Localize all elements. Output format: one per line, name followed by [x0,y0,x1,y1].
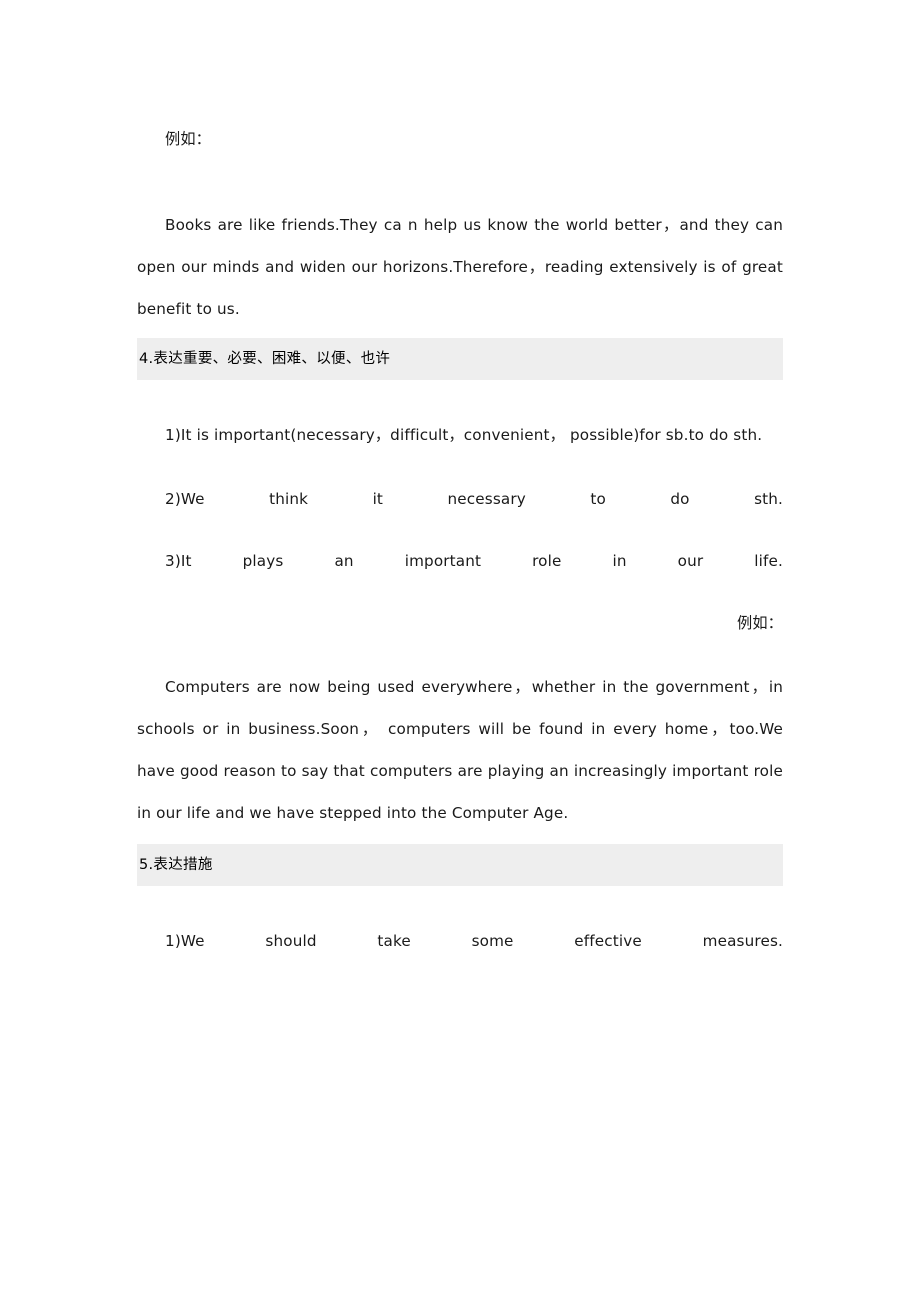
spacer-before-section-5 [137,834,783,844]
spacer-item-4-2 [137,520,783,540]
example-label-middle: 例如： [736,614,783,632]
spacer-after-section-4 [137,380,783,414]
top-margin-spacer [137,0,783,118]
section-heading-5: 5.表达措施 [137,844,783,886]
spacer-after-example-label-middle [137,644,783,666]
item-4-1: 1)It is important(necessary，difficult，co… [165,426,763,444]
spacer-after-example-label-top [137,160,783,204]
spacer-before-section-4 [137,330,783,338]
example-paragraph-books: Books are like friends.They ca n help us… [137,216,783,318]
spacer-item-4-1 [137,456,783,478]
item-4-3: 3)It plays an important role in our life… [165,552,783,570]
item-5-1: 1)We should take some effective measures… [165,932,783,950]
item-4-2: 2)We think it necessary to do sth. [165,490,783,508]
document-page: 例如： Books are like friends.They ca n hel… [0,0,920,1302]
example-paragraph-computers: Computers are now being used everywhere，… [137,678,783,822]
example-label-top: 例如： [165,130,212,148]
spacer-after-section-5 [137,886,783,920]
section-heading-4: 4.表达重要、必要、困难、以便、也许 [137,338,783,380]
spacer-item-4-3 [137,582,783,602]
document-content: 例如： Books are like friends.They ca n hel… [137,0,783,962]
